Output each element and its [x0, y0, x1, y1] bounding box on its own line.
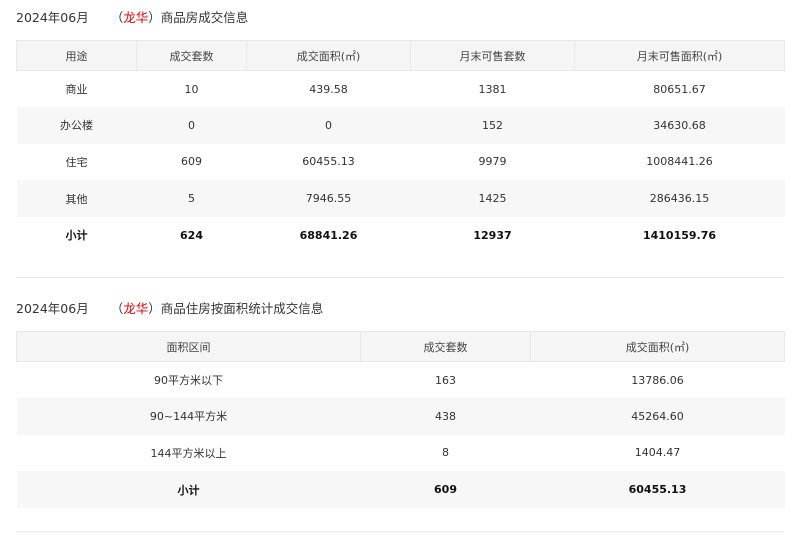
cell-deal-area: 439.58: [246, 70, 411, 108]
header-available-units: 月末可售套数: [410, 40, 575, 71]
section-divider: [16, 277, 784, 278]
section-title: 2024年06月 （龙华）商品住房按面积统计成交信息: [16, 299, 784, 319]
cell-deal-area: 7946.55: [246, 180, 411, 217]
header-deal-units: 成交套数: [136, 40, 247, 71]
cell-available-area: 286436.15: [574, 180, 785, 217]
cell-available-area: 80651.67: [574, 70, 785, 108]
table-total-row: 小计 609 60455.13: [16, 471, 785, 508]
title-period: 2024年06月: [16, 301, 89, 316]
total-available-area: 1410159.76: [574, 216, 785, 254]
header-deal-area: 成交面积(㎡): [530, 331, 785, 362]
cell-available-area: 1008441.26: [574, 143, 785, 181]
table-row: 其他 5 7946.55 1425 286436.15: [16, 180, 785, 217]
total-deal-area: 60455.13: [530, 471, 785, 508]
cell-deal-units: 10: [136, 70, 247, 108]
table-row: 90平方米以下 163 13786.06: [16, 361, 785, 399]
cell-deal-area: 0: [246, 107, 411, 144]
header-usage: 用途: [16, 40, 137, 71]
header-deal-area: 成交面积(㎡): [246, 40, 411, 71]
cell-available-units: 1425: [410, 180, 575, 217]
housing-by-area-section: 2024年06月 （龙华）商品住房按面积统计成交信息 面积区间 成交套数 成交面…: [16, 299, 785, 508]
table-row: 商业 10 439.58 1381 80651.67: [16, 70, 785, 108]
header-available-area: 月末可售面积(㎡): [574, 40, 785, 71]
total-available-units: 12937: [410, 216, 575, 254]
table-row: 90~144平方米 438 45264.60: [16, 398, 785, 435]
title-period: 2024年06月: [16, 10, 89, 25]
table-header-row: 面积区间 成交套数 成交面积(㎡): [16, 331, 785, 362]
cell-deal-area: 60455.13: [246, 143, 411, 181]
section-title: 2024年06月 （龙华）商品房成交信息: [16, 8, 784, 28]
table-header-row: 用途 成交套数 成交面积(㎡) 月末可售套数 月末可售面积(㎡): [16, 40, 785, 71]
cell-deal-units: 438: [360, 398, 531, 435]
cell-usage: 办公楼: [16, 107, 137, 144]
cell-area-range: 90平方米以下: [16, 361, 361, 399]
cell-usage: 商业: [16, 70, 137, 108]
district-name: 龙华: [123, 301, 149, 316]
title-close-paren: ）: [148, 301, 161, 316]
title-open-paren: （: [110, 10, 124, 25]
total-deal-units: 609: [360, 471, 531, 508]
cell-deal-units: 5: [136, 180, 247, 217]
table-total-row: 小计 624 68841.26 12937 1410159.76: [16, 216, 785, 254]
total-label: 小计: [16, 216, 137, 254]
cell-available-units: 1381: [410, 70, 575, 108]
title-close-paren: ）: [148, 10, 161, 25]
cell-area-range: 144平方米以上: [16, 434, 361, 472]
cell-usage: 其他: [16, 180, 137, 217]
cell-available-area: 34630.68: [574, 107, 785, 144]
title-text: 商品住房按面积统计成交信息: [160, 301, 324, 316]
title-text: 商品房成交信息: [160, 10, 249, 25]
table-row: 住宅 609 60455.13 9979 1008441.26: [16, 143, 785, 181]
table-row: 144平方米以上 8 1404.47: [16, 434, 785, 472]
cell-deal-area: 1404.47: [530, 434, 785, 472]
total-label: 小计: [16, 471, 361, 508]
commercial-housing-section: 2024年06月 （龙华）商品房成交信息 用途 成交套数 成交面积(㎡) 月末可…: [16, 8, 785, 254]
cell-deal-area: 45264.60: [530, 398, 785, 435]
total-deal-area: 68841.26: [246, 216, 411, 254]
cell-deal-units: 609: [136, 143, 247, 181]
header-deal-units: 成交套数: [360, 331, 531, 362]
cell-available-units: 152: [410, 107, 575, 144]
cell-available-units: 9979: [410, 143, 575, 181]
header-area-range: 面积区间: [16, 331, 361, 362]
cell-deal-units: 163: [360, 361, 531, 399]
cell-area-range: 90~144平方米: [16, 398, 361, 435]
cell-deal-units: 8: [360, 434, 531, 472]
cell-deal-area: 13786.06: [530, 361, 785, 399]
total-deal-units: 624: [136, 216, 247, 254]
district-name: 龙华: [123, 10, 149, 25]
table-row: 办公楼 0 0 152 34630.68: [16, 107, 785, 144]
section-divider: [16, 531, 784, 532]
title-open-paren: （: [110, 301, 124, 316]
commercial-housing-table: 用途 成交套数 成交面积(㎡) 月末可售套数 月末可售面积(㎡) 商业 10 4…: [16, 40, 785, 254]
cell-usage: 住宅: [16, 143, 137, 181]
cell-deal-units: 0: [136, 107, 247, 144]
housing-by-area-table: 面积区间 成交套数 成交面积(㎡) 90平方米以下 163 13786.06 9…: [16, 331, 785, 508]
